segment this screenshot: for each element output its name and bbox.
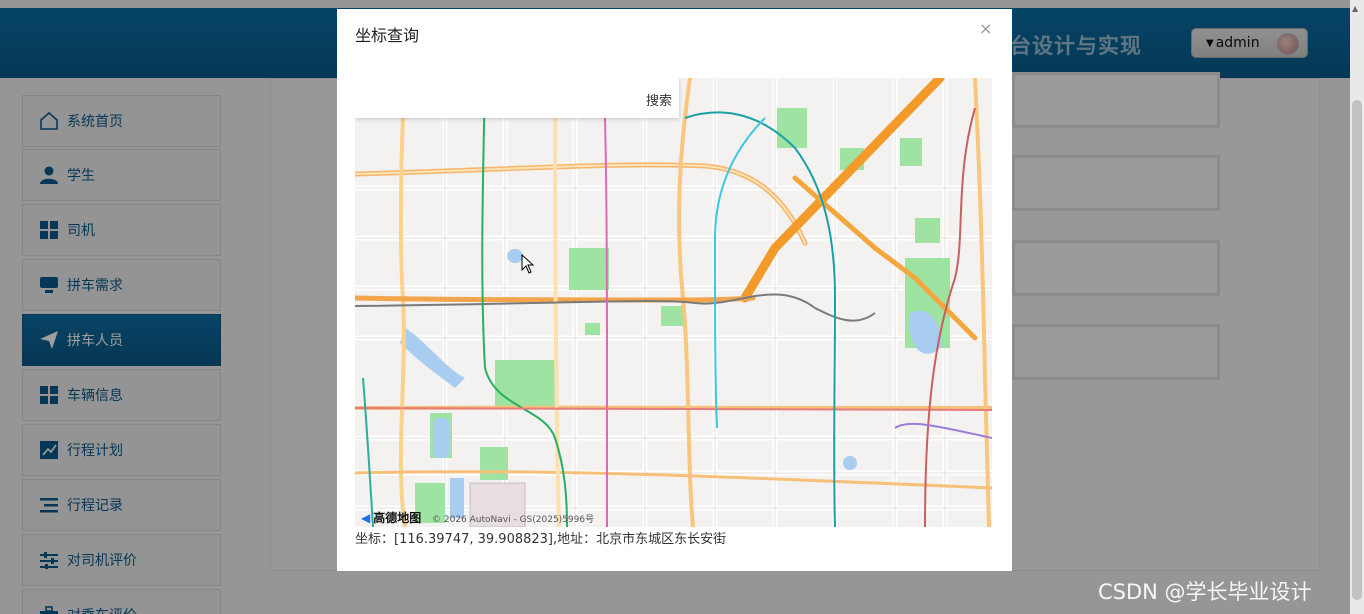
scrollbar-thumb[interactable] bbox=[1352, 100, 1362, 600]
scroll-up-icon[interactable]: ▲ bbox=[1352, 4, 1358, 13]
navigation-arrow-icon: ◀ bbox=[361, 510, 371, 525]
map-view[interactable]: 搜索 ◀ 高德地图 © 2026 AutoNavi - GS(2025)5996… bbox=[355, 78, 992, 527]
map-copyright: © 2026 AutoNavi - GS(2025)5996号 bbox=[432, 515, 595, 525]
map-logo-text: 高德地图 bbox=[373, 511, 422, 525]
map-search-input[interactable] bbox=[359, 84, 629, 112]
watermark: CSDN @学长毕业设计 bbox=[1098, 580, 1312, 604]
map-search-box: 搜索 bbox=[355, 78, 679, 118]
map-canvas[interactable] bbox=[355, 78, 992, 527]
close-icon[interactable]: × bbox=[979, 19, 992, 38]
coordinate-query-dialog: 坐标查询 × 搜索 ◀ 高德地图 © 2026 AutoNavi - GS(20… bbox=[337, 9, 1012, 571]
dialog-title: 坐标查询 bbox=[355, 26, 420, 45]
amap-logo: ◀ 高德地图 bbox=[361, 509, 421, 526]
search-button[interactable]: 搜索 bbox=[646, 90, 672, 109]
coordinate-result: 坐标：[116.39747, 39.908823],地址：北京市东城区东长安街 bbox=[355, 532, 727, 547]
